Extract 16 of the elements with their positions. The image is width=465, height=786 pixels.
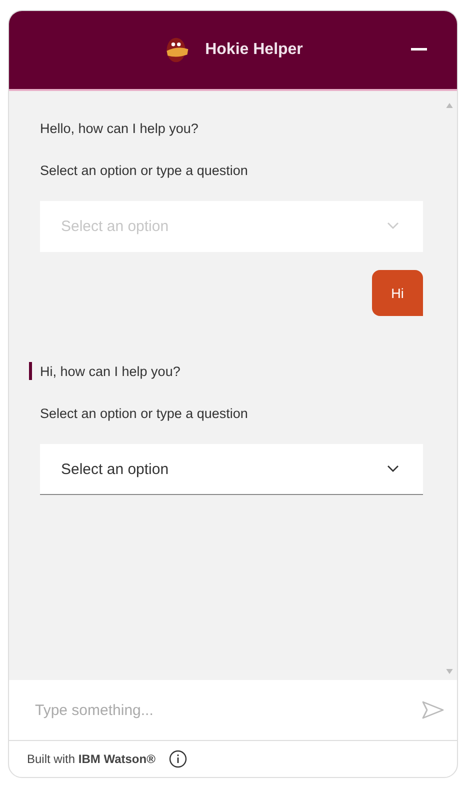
- scroll-up-icon[interactable]: [446, 103, 453, 108]
- message-input-field[interactable]: Type something...: [33, 700, 421, 720]
- minus-icon: [411, 47, 427, 51]
- chat-title: Hokie Helper: [205, 41, 303, 59]
- bot-prompt: Select an option or type a question: [40, 162, 248, 178]
- scroll-down-icon[interactable]: [446, 669, 453, 674]
- bot-message: Hello, how can I help you?: [40, 120, 198, 136]
- bot-message: Hi, how can I help you?: [40, 364, 180, 378]
- footer-text: Built with IBM Watson®: [27, 752, 156, 766]
- user-message: Hi: [372, 270, 423, 316]
- send-icon[interactable]: [421, 700, 445, 720]
- chevron-down-icon: [387, 465, 399, 473]
- bot-prompt: Select an option or type a question: [40, 406, 248, 420]
- info-icon[interactable]: [169, 750, 188, 768]
- option-dropdown[interactable]: Select an option: [40, 444, 423, 495]
- chevron-down-icon: [387, 222, 399, 230]
